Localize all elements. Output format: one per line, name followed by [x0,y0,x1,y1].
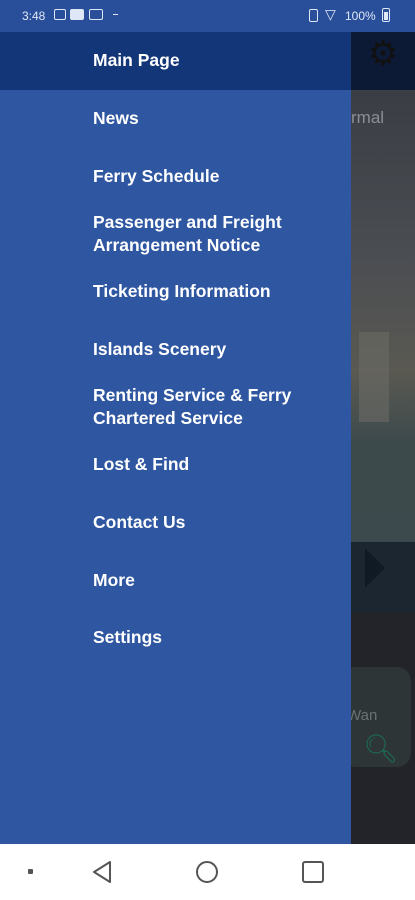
menu-item-islands-scenery[interactable]: Islands Scenery [93,338,333,361]
drawer-header[interactable]: Main Page [0,32,351,90]
notification-icon [54,9,66,20]
search-icon[interactable]: 🔍︎ [363,732,399,765]
menu-item-passenger-freight-notice[interactable]: Passenger and Freight Arrangement Notice [93,211,333,257]
background-status-text: rmal [351,108,385,127]
menu-item-main-page[interactable]: Main Page [93,49,333,72]
next-arrow-icon[interactable] [365,548,385,588]
back-icon[interactable] [91,860,113,884]
accessibility-dot-icon[interactable] [28,869,33,874]
battery-percent: 100% [345,9,376,23]
menu-item-contact-us[interactable]: Contact Us [93,511,333,534]
wifi-icon: ▽ [325,6,336,22]
notification-icon [70,9,84,20]
gear-icon[interactable]: ⚙ [365,36,401,72]
recents-icon[interactable] [302,861,324,883]
menu-item-news[interactable]: News [93,107,333,130]
navigation-drawer: Main Page News Ferry Schedule Passenger … [0,32,351,844]
menu-item-renting-service[interactable]: Renting Service & Ferry Chartered Servic… [93,384,333,430]
menu-item-ferry-schedule[interactable]: Ferry Schedule [93,165,333,188]
menu-item-ticketing-information[interactable]: Ticketing Information [93,280,333,303]
notification-icon [89,9,103,20]
status-time: 3:48 [22,9,46,23]
home-icon[interactable] [196,861,218,883]
system-navigation-bar [0,844,415,900]
background-card-label: Wan [351,707,378,724]
notification-icon [113,14,118,15]
menu-item-settings[interactable]: Settings [93,626,333,649]
battery-icon [382,8,390,22]
background-building [359,332,389,422]
background-app[interactable]: ⚙ rmal Wan 🔍︎ [351,32,415,844]
menu-item-lost-and-find[interactable]: Lost & Find [93,453,333,476]
menu-item-more[interactable]: More [93,569,333,592]
status-bar: 3:48 ▽ 100% [0,0,415,32]
background-photo [351,90,415,560]
vibrate-icon [309,9,318,22]
